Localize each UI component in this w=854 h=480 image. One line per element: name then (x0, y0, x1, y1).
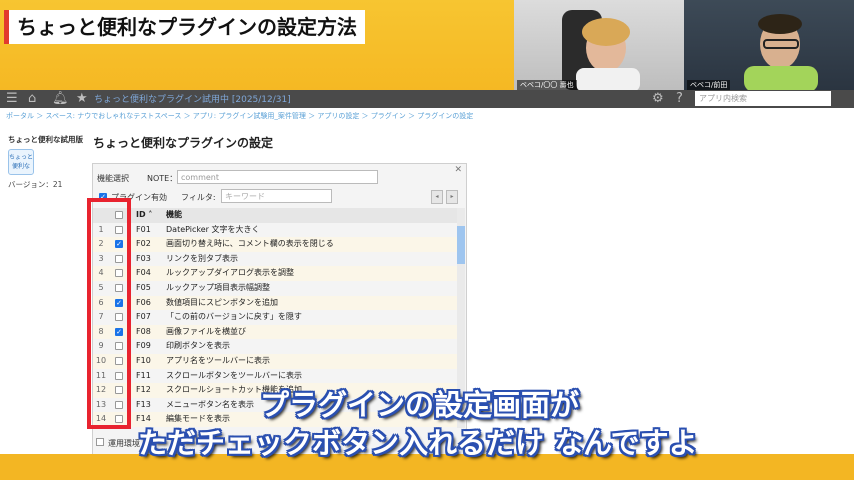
table-row: 8 ✓ F08 画像ファイルを横並び (93, 324, 457, 340)
column-header-name[interactable]: 機能 (166, 208, 182, 223)
note-label: NOTE： (147, 174, 178, 183)
feature-id: F03 (136, 253, 151, 263)
feature-id: F11 (136, 370, 151, 380)
feature-id: F08 (136, 326, 151, 336)
feature-name: リンクを別タブ表示 (166, 253, 238, 263)
filter-label: フィルタ: (181, 193, 216, 202)
feature-id: F09 (136, 341, 151, 351)
feature-name: 数値項目にスピンボタンを追加 (166, 297, 278, 307)
table-row: 6 ✓ F06 数値項目にスピンボタンを追加 (93, 295, 457, 311)
version-label: バージョン：21 (8, 180, 63, 189)
person-silhouette-icon (744, 14, 818, 92)
feature-name: 印刷ボタンを表示 (166, 341, 230, 351)
video-title: ちょっと便利なプラグインの設定方法 (4, 10, 365, 44)
close-icon[interactable]: ✕ (454, 165, 462, 175)
table-row: 7 F07 「この前のバージョンに戻す」を隠す (93, 310, 457, 325)
menu-icon[interactable]: ☰ (6, 91, 18, 107)
home-icon[interactable]: ⌂ (28, 91, 36, 107)
next-button[interactable]: ▸ (446, 190, 458, 204)
feature-id: F01 (136, 224, 151, 234)
table-row: 5 F05 ルックアップ項目表示幅調整 (93, 281, 457, 296)
app-icon: ちょっと便利な (8, 149, 34, 175)
prev-button[interactable]: ◂ (431, 190, 443, 204)
webcam-right: ベベコ/前田 (684, 0, 854, 92)
table-row: 3 F03 リンクを別タブ表示 (93, 252, 457, 267)
feature-name: スクロールボタンをツールバーに表示 (166, 370, 302, 380)
table-row: 4 F04 ルックアップダイアログ表示を調整 (93, 266, 457, 281)
feature-name: 「この前のバージョンに戻す」を隠す (166, 312, 302, 322)
breadcrumb[interactable]: ポータル ＞ スペース: ナウでおしゃれなテストスペース ＞ アプリ: プラグイ… (6, 111, 473, 121)
feature-name: DatePicker 文字を大きく (166, 224, 260, 234)
app-title-link[interactable]: ちょっと便利なプラグイン試用中 [2025/12/31] (94, 92, 291, 105)
table-row: 9 F09 印刷ボタンを表示 (93, 339, 457, 354)
table-row: 11 F11 スクロールボタンをツールバーに表示 (93, 369, 457, 384)
feature-name: 画面切り替え時に、コメント欄の表示を閉じる (166, 239, 334, 249)
note-input[interactable]: comment (177, 170, 378, 184)
table-header-row: – ID ˄ 機能 (93, 208, 457, 223)
video-banner: ちょっと便利なプラグインの設定方法 (0, 0, 514, 92)
page-title: ちょっと便利なプラグインの設定 (93, 136, 274, 150)
person-silhouette-icon (562, 10, 640, 92)
star-icon[interactable]: ★ (76, 91, 88, 107)
help-icon[interactable]: ? (676, 91, 683, 107)
table-row: 1 F01 DatePicker 文字を大きく (93, 223, 457, 238)
webcam-left-label: ベベコ/〇〇 壽也 (517, 80, 577, 90)
feature-select-label: 機能選択 (97, 174, 129, 183)
feature-id: F10 (136, 356, 151, 365)
bell-icon[interactable]: 🔔︎ (52, 91, 69, 107)
feature-id: F12 (136, 385, 151, 395)
feature-name: メニューボタン名を表示 (166, 399, 254, 409)
env-checkbox[interactable] (96, 438, 104, 446)
env-label: 運用環境 (108, 439, 140, 448)
feature-name: 画像ファイルを横並び (166, 326, 246, 336)
gear-icon[interactable]: ⚙ (652, 91, 664, 107)
feature-name: ルックアップ項目表示幅調整 (166, 283, 270, 292)
table-row: 10 F10 アプリ名をツールバーに表示 (93, 354, 457, 369)
caption-line-1: プラグインの設定画面が (260, 388, 580, 422)
checkbox-highlight-box (87, 198, 131, 429)
filter-input[interactable]: キーワード (221, 189, 332, 203)
column-header-id[interactable]: ID ˄ (136, 208, 152, 223)
webcam-left: ベベコ/〇〇 壽也 (514, 0, 684, 92)
feature-id: F06 (136, 297, 151, 307)
app-search-input[interactable]: アプリ内検索 (695, 91, 831, 106)
table-row: 2 ✓ F02 画面切り替え時に、コメント欄の表示を閉じる (93, 237, 457, 252)
scrollbar-thumb[interactable] (457, 226, 465, 264)
feature-id: F02 (136, 239, 151, 249)
sidebar-app-name: ちょっと便利な試用版 (8, 135, 83, 144)
feature-id: F04 (136, 268, 151, 278)
feature-name: アプリ名をツールバーに表示 (166, 356, 270, 365)
feature-name: ルックアップダイアログ表示を調整 (166, 268, 294, 278)
feature-id: F13 (136, 399, 151, 409)
feature-id: F07 (136, 312, 151, 322)
feature-id: F05 (136, 283, 151, 292)
webcam-right-label: ベベコ/前田 (687, 80, 731, 90)
caption-line-2: ただチェックボタン入れるだけ なんですよ (138, 426, 698, 460)
